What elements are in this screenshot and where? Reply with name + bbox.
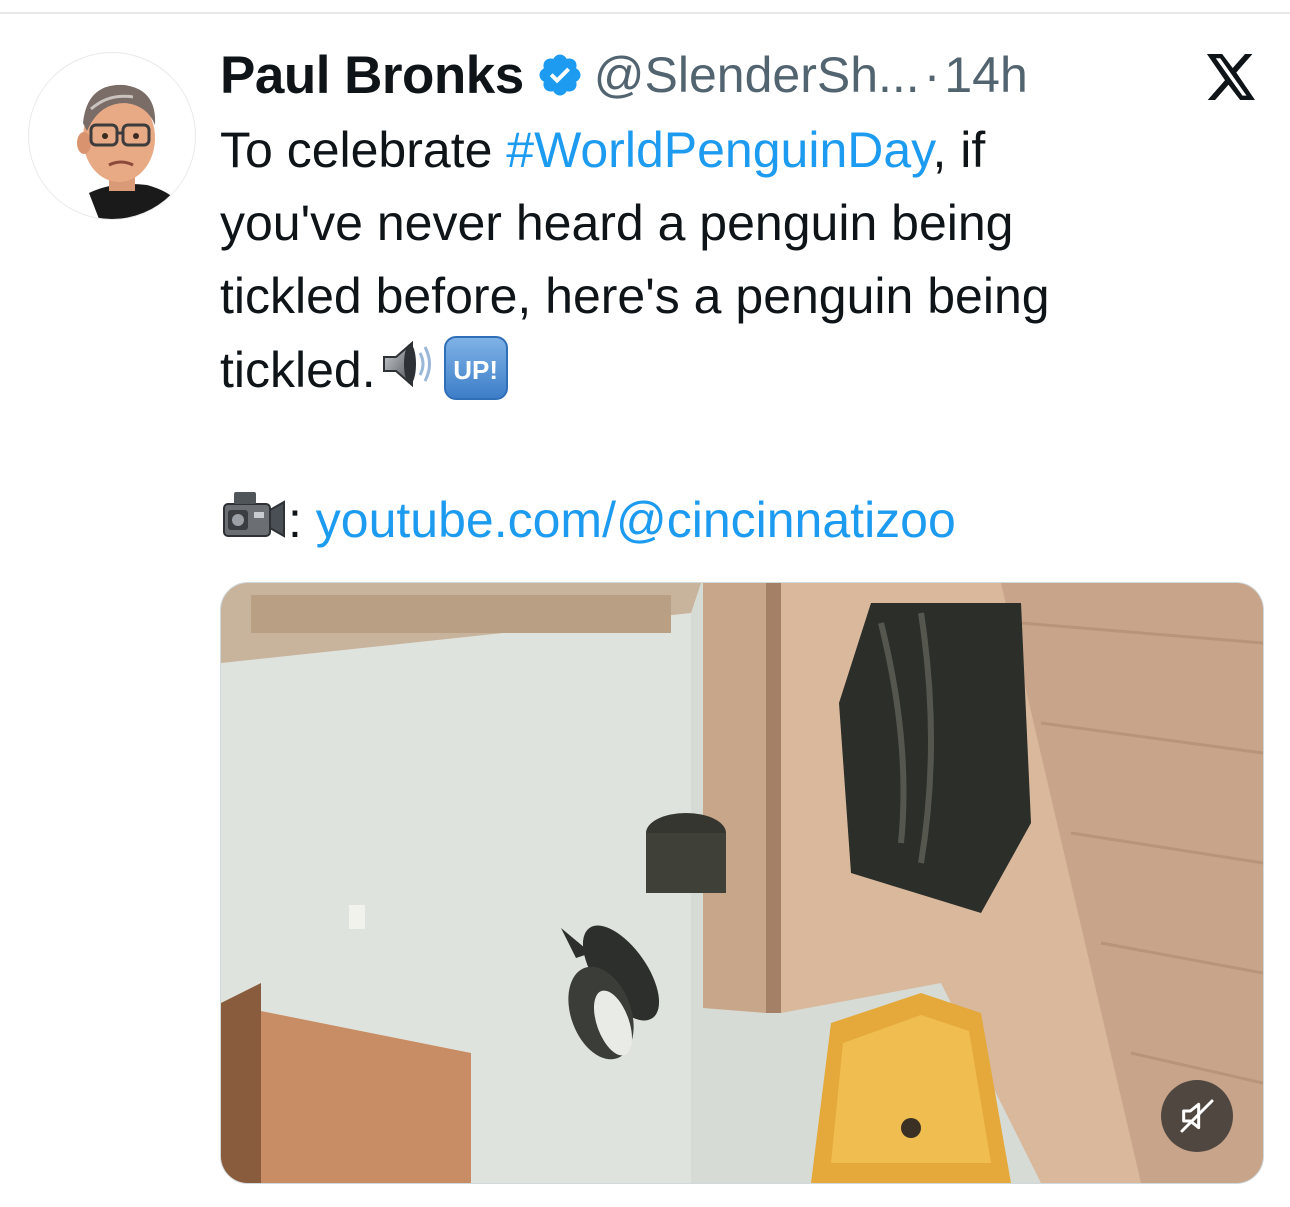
tweet-text-suffix: , if bbox=[932, 122, 986, 178]
tweet-line-2: you've never heard a penguin being bbox=[220, 195, 1014, 251]
hashtag-link[interactable]: #WorldPenguinDay bbox=[506, 122, 932, 178]
author-display-name[interactable]: Paul Bronks bbox=[220, 45, 524, 106]
verified-badge-icon bbox=[536, 51, 584, 99]
tweet-text-prefix: To celebrate bbox=[220, 122, 507, 178]
tweet-line-4-text: tickled. bbox=[220, 342, 376, 399]
author-handle[interactable]: @SlenderSh... bbox=[594, 46, 920, 104]
avatar[interactable] bbox=[28, 52, 196, 220]
header-separator: · bbox=[923, 47, 941, 103]
speaker-emoji-icon bbox=[376, 333, 438, 415]
youtube-link[interactable]: youtube.com/@cincinnatizoo bbox=[316, 492, 956, 548]
tweet-line-4: tickled. UP! bbox=[220, 333, 1270, 415]
tweet-line-1: To celebrate #WorldPenguinDay, if bbox=[220, 114, 1270, 187]
tweet-line-3: tickled before, here's a penguin being bbox=[220, 268, 1050, 324]
source-link-line: : youtube.com/@cincinnatizoo bbox=[220, 484, 956, 562]
tweet-body: To celebrate #WorldPenguinDay, if you've… bbox=[220, 114, 1270, 415]
video-player[interactable] bbox=[220, 582, 1264, 1184]
mute-toggle-button[interactable] bbox=[1161, 1080, 1233, 1152]
tweet-timestamp[interactable]: 14h bbox=[944, 46, 1027, 104]
top-divider bbox=[0, 12, 1290, 14]
video-camera-emoji-icon bbox=[220, 486, 288, 562]
up-emoji-icon: UP! bbox=[443, 336, 508, 400]
tweet-header: Paul Bronks @SlenderSh... · 14h bbox=[220, 40, 1028, 110]
video-frame bbox=[221, 583, 1263, 1183]
link-prefix: : bbox=[288, 492, 316, 548]
muted-speaker-icon bbox=[1180, 1099, 1214, 1133]
x-logo-icon[interactable] bbox=[1206, 54, 1258, 100]
